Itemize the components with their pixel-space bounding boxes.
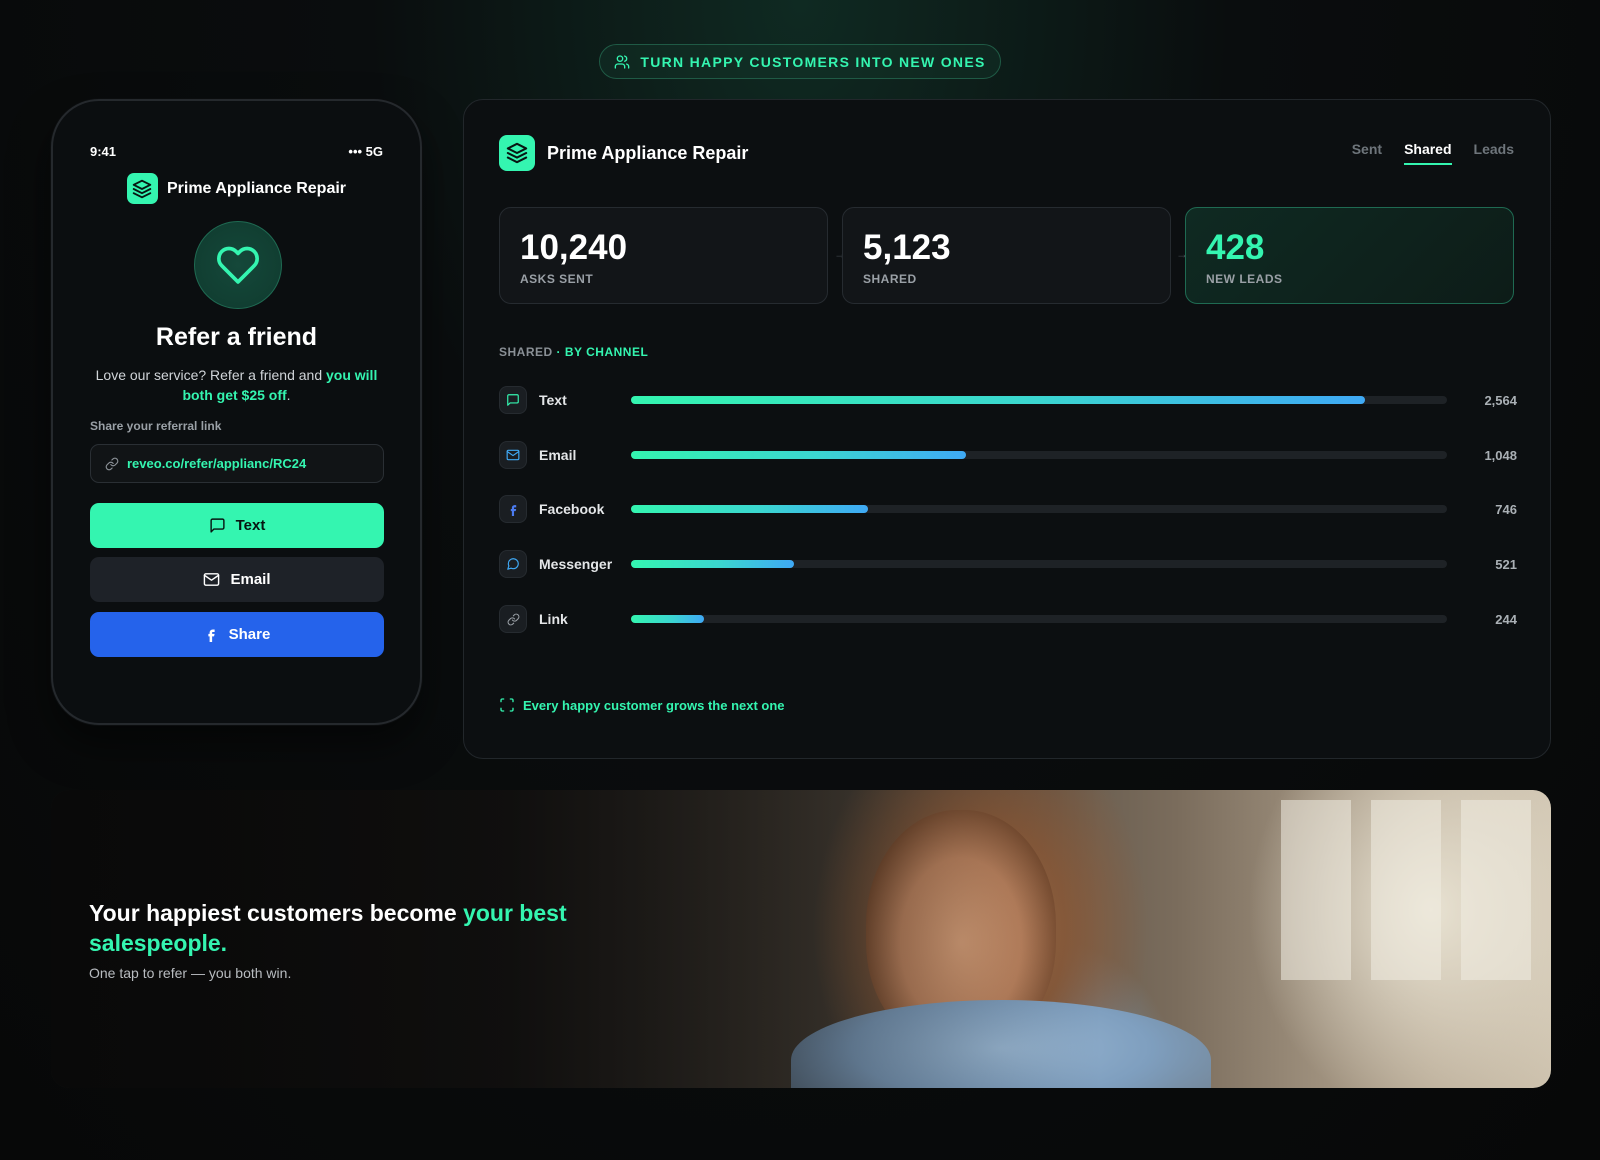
dashboard-brand: Prime Appliance Repair [499,135,748,171]
channel-bar-fill [631,505,868,513]
facebook-icon [208,629,215,642]
share-button-label: Share [228,626,271,643]
hero-subtitle: One tap to refer — you both win. [89,965,292,981]
dashboard-footer-note: Every happy customer grows the next one [499,697,785,713]
message-square-icon [499,386,527,414]
facebook-share-button[interactable]: Share [90,612,384,657]
channel-bar-fill [631,396,1366,404]
channel-name: Facebook [539,501,605,517]
refer-subtitle: Love our service? Refer a friend and you… [89,365,384,405]
tagline-text: TURN HAPPY CUSTOMERS INTO NEW ONES [640,53,986,70]
stat-card-shared: 5,123 SHARED [842,207,1171,304]
tab-sent[interactable]: Sent [1352,141,1382,165]
heart-badge [194,221,282,309]
stat-card-new-leads: 428 NEW LEADS [1185,207,1514,304]
stat-value: 10,240 [520,228,628,267]
referral-link-value: reveo.co/refer/applianc/RC24 [127,456,307,471]
status-network: ••• 5G [348,144,383,159]
hero-banner: Your happiest customers become your best… [51,790,1551,1088]
channel-value: 1,048 [1484,447,1517,463]
channel-value: 2,564 [1484,392,1517,408]
section-label-shared: SHARED [499,345,553,359]
status-time: 9:41 [90,144,117,159]
dashboard-brand-name: Prime Appliance Repair [547,142,749,163]
link-icon [105,457,119,470]
channel-value: 746 [1495,501,1517,517]
channel-name: Text [539,392,567,408]
heart-icon [217,246,259,284]
channel-bar-track [631,505,1447,513]
channel-row-facebook: Facebook 746 [499,495,1517,523]
refer-subtitle-end: . [286,387,291,403]
email-share-button[interactable]: Email [90,557,384,602]
footer-note-text: Every happy customer grows the next one [523,697,785,713]
hero-title-text: Your happiest customers become [89,900,464,926]
refer-subtitle-text: Love our service? Refer a friend and [95,367,326,383]
stat-value: 5,123 [863,228,951,267]
email-button-label: Email [230,571,271,588]
stat-label: SHARED [863,272,917,286]
message-square-icon [210,518,225,533]
tab-leads[interactable]: Leads [1474,141,1514,165]
link-icon [499,605,527,633]
channel-bar-fill [631,451,966,459]
mail-icon [499,441,527,469]
referral-dashboard: Prime Appliance Repair Sent Shared Leads… [463,99,1551,759]
phone-mockup: 9:41 ••• 5G Prime Appliance Repair Refer… [51,99,422,725]
layers-logo-icon [499,135,535,171]
phone-brand-name: Prime Appliance Repair [166,179,347,197]
layers-logo-icon [126,173,158,204]
section-label-channel: · BY CHANNEL [556,345,649,359]
refer-title: Refer a friend [155,323,318,351]
users-icon [615,54,630,69]
channel-row-messenger: Messenger 521 [499,550,1517,578]
stat-card-asks-sent: 10,240 ASKS SENT [499,207,828,304]
stat-label: ASKS SENT [520,272,594,286]
channel-row-email: Email 1,048 [499,441,1517,469]
channel-value: 521 [1495,556,1517,572]
channel-bar-fill [631,615,705,623]
facebook-icon [499,495,527,523]
channel-bar-track [631,396,1447,404]
channel-name: Messenger [539,556,613,572]
channel-bar-fill [631,560,795,568]
channel-row-text: Text 2,564 [499,386,1517,414]
phone-brand: Prime Appliance Repair [53,173,420,204]
channel-name: Link [539,611,568,627]
share-link-label: Share your referral link [90,419,222,433]
tab-shared[interactable]: Shared [1404,141,1452,165]
view-tabs: Sent Shared Leads [1352,141,1514,165]
channel-value: 244 [1495,611,1517,627]
refresh-cycle-icon [500,698,514,712]
section-label: SHARED · BY CHANNEL [499,345,648,359]
channel-bar-track [631,451,1447,459]
channel-bar-track [631,615,1447,623]
channel-name: Email [539,447,577,463]
channel-bar-track [631,560,1447,568]
text-share-button[interactable]: Text [90,503,384,548]
text-button-label: Text [235,517,266,534]
hero-title: Your happiest customers become your best… [89,898,609,958]
stat-label: NEW LEADS [1206,272,1283,286]
message-circle-icon [499,550,527,578]
channel-row-link: Link 244 [499,605,1517,633]
stat-value: 428 [1206,228,1265,267]
referral-link-field[interactable]: reveo.co/refer/applianc/RC24 [90,444,384,483]
mail-icon [204,573,220,586]
tagline-pill: TURN HAPPY CUSTOMERS INTO NEW ONES [599,44,1001,79]
